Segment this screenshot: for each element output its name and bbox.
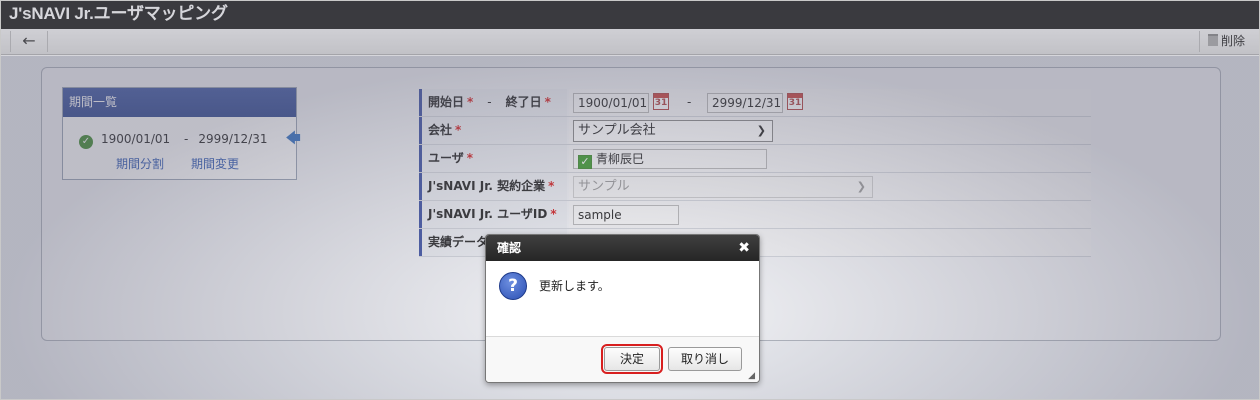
date-range-sep: - xyxy=(687,95,692,109)
user-id-input[interactable]: sample xyxy=(573,205,679,225)
dialog-footer: 決定 取り消し ◢ xyxy=(486,336,759,382)
required-mark: * xyxy=(455,123,462,137)
dialog-message: 更新します。 xyxy=(539,279,610,293)
contract-label: J'sNAVI Jr. 契約企業 * xyxy=(419,173,567,200)
form-row-user: ユーザ * ✓ 青柳辰巳 xyxy=(419,145,1091,173)
start-calendar-icon[interactable]: 31 xyxy=(653,93,669,110)
close-icon[interactable]: ✖ xyxy=(738,235,750,261)
contract-selected: サンプル xyxy=(578,179,630,194)
user-field[interactable]: ✓ 青柳辰巳 xyxy=(573,149,767,169)
period-list: 期間一覧 ✓ 1900/01/01 -2999/12/31 🡄 期間分割 期間変更 xyxy=(62,87,301,180)
period-change-link[interactable]: 期間変更 xyxy=(191,157,239,171)
form-row-company: 会社 * サンプル会社 ❯ xyxy=(419,117,1091,145)
dates-label: 開始日 * - 終了日 * xyxy=(419,89,567,116)
form-row-user-id: J'sNAVI Jr. ユーザID * sample xyxy=(419,201,1091,229)
trash-icon xyxy=(1207,34,1218,46)
resize-grip-icon[interactable]: ◢ xyxy=(748,371,755,381)
start-date-input[interactable]: 1900/01/01 xyxy=(573,93,649,113)
user-name: 青柳辰巳 xyxy=(596,152,645,166)
form-row-dates: 開始日 * - 終了日 * 1900/01/01 31 - 2999/12/31 31 xyxy=(419,89,1091,117)
contract-value: サンプル ❯ xyxy=(569,173,1091,200)
user-value: ✓ 青柳辰巳 xyxy=(569,145,1091,172)
company-selected: サンプル会社 xyxy=(578,123,656,138)
user-label: ユーザ * xyxy=(419,145,567,172)
dialog-title: 確認 xyxy=(497,241,522,255)
delete-button[interactable]: 削除 xyxy=(1198,31,1245,52)
contract-select[interactable]: サンプル ❯ xyxy=(573,176,873,198)
delete-label: 削除 xyxy=(1220,34,1245,48)
checkbox-checked-icon: ✓ xyxy=(578,155,592,169)
company-value: サンプル会社 ❯ xyxy=(569,117,1091,144)
company-label: 会社 * xyxy=(419,117,567,144)
end-calendar-icon[interactable]: 31 xyxy=(787,93,803,110)
back-arrow-icon: ← xyxy=(22,31,36,50)
cancel-button[interactable]: 取り消し xyxy=(668,347,742,371)
period-links: 期間分割 期間変更 xyxy=(116,155,266,172)
end-date-label: 終了日 xyxy=(505,95,542,109)
period-split-link[interactable]: 期間分割 xyxy=(116,157,164,171)
window-title: J'sNAVI Jr.ユーザマッピング xyxy=(1,1,1259,29)
dialog-body: ? 更新します。 xyxy=(486,261,759,336)
company-select[interactable]: サンプル会社 ❯ xyxy=(573,120,773,142)
user-id-label: J'sNAVI Jr. ユーザID * xyxy=(419,201,567,228)
period-list-item[interactable]: ✓ 1900/01/01 -2999/12/31 🡄 xyxy=(79,128,301,153)
user-label-text: ユーザ xyxy=(428,151,464,165)
check-circle-icon: ✓ xyxy=(79,135,93,149)
period-end: 2999/12/31 xyxy=(198,132,268,146)
period-list-header: 期間一覧 xyxy=(63,88,296,117)
required-mark: * xyxy=(548,179,555,193)
back-button[interactable]: ← xyxy=(10,31,48,52)
toolbar: ← 削除 xyxy=(1,29,1259,55)
required-mark: * xyxy=(466,151,474,165)
question-icon: ? xyxy=(499,272,527,300)
form-row-contract: J'sNAVI Jr. 契約企業 * サンプル ❯ xyxy=(419,173,1091,201)
required-mark: * xyxy=(467,95,474,109)
chevron-down-icon: ❯ xyxy=(756,124,766,137)
user-id-value: sample xyxy=(569,201,1091,228)
ok-button[interactable]: 決定 xyxy=(601,344,663,374)
period-sep: - xyxy=(184,132,189,146)
dates-value: 1900/01/01 31 - 2999/12/31 31 xyxy=(569,89,1091,116)
end-date-input[interactable]: 2999/12/31 xyxy=(707,93,783,113)
start-date-label: 開始日 xyxy=(428,95,465,109)
dialog-title-bar: 確認 ✖ xyxy=(486,235,759,261)
contract-label-text: J'sNAVI Jr. 契約企業 xyxy=(428,179,546,193)
chevron-down-icon: ❯ xyxy=(856,180,866,193)
required-mark: * xyxy=(544,95,551,109)
user-id-label-text: J'sNAVI Jr. ユーザID xyxy=(428,207,548,221)
date-label-sep: - xyxy=(487,95,492,109)
period-start: 1900/01/01 xyxy=(101,132,171,146)
confirm-dialog: 確認 ✖ ? 更新します。 決定 取り消し ◢ xyxy=(485,234,760,383)
arrow-left-icon: 🡄 xyxy=(285,129,301,147)
required-mark: * xyxy=(550,207,557,221)
company-label-text: 会社 xyxy=(428,123,453,137)
